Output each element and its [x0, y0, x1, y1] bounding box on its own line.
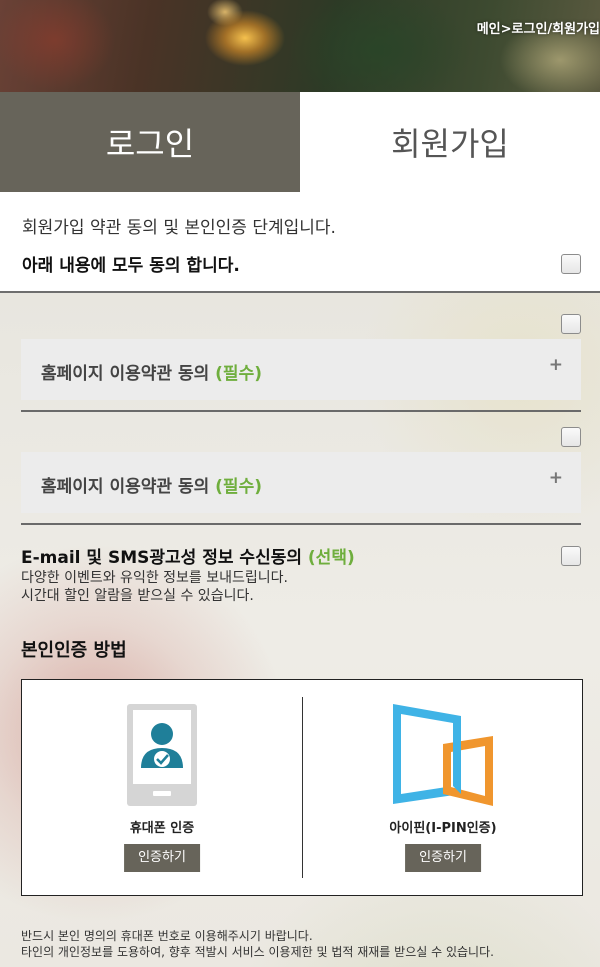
notice-text: 반드시 본인 명의의 휴대폰 번호로 이용해주시기 바랍니다. 타인의 개인정보…: [21, 928, 494, 960]
tab-login[interactable]: 로그인: [0, 92, 300, 192]
notice-line: 타인의 개인정보를 도용하여, 향후 적발시 서비스 이용제한 및 법적 재재를…: [21, 945, 494, 959]
marketing-consent-title: E-mail 및 SMS광고성 정보 수신동의 (선택): [21, 548, 355, 568]
phone-icon: [127, 704, 197, 806]
divider: [21, 523, 581, 525]
terms-2-title: 홈페이지 이용약관 동의 (필수): [41, 477, 262, 497]
ipin-icon: [393, 704, 493, 806]
terms-2-accordion[interactable]: 홈페이지 이용약관 동의 (필수) +: [21, 452, 581, 513]
ipin-verify-button[interactable]: 인증하기: [405, 844, 481, 872]
auth-method-phone: 휴대폰 인증 인증하기: [22, 680, 302, 895]
tab-signup[interactable]: 회원가입: [300, 92, 600, 192]
expand-plus-icon[interactable]: +: [549, 355, 563, 375]
agree-all-label: 아래 내용에 모두 동의 합니다.: [22, 256, 240, 276]
marketing-desc-line: 다양한 이벤트와 유익한 정보를 보내드립니다.: [21, 570, 288, 586]
notice-line: 반드시 본인 명의의 휴대폰 번호로 이용해주시기 바랍니다.: [21, 929, 313, 943]
expand-plus-icon[interactable]: +: [549, 468, 563, 488]
optional-tag: (선택): [307, 548, 355, 568]
breadcrumb: 메인>로그인/회원가입: [476, 22, 600, 37]
auth-method-ipin: 아이핀(I-PIN인증) 인증하기: [303, 680, 583, 895]
terms-1-accordion[interactable]: 홈페이지 이용약관 동의 (필수) +: [21, 339, 581, 400]
marketing-desc-line: 시간대 할인 알람을 받으실 수 있습니다.: [21, 588, 254, 604]
tab-bar: 로그인 회원가입: [0, 92, 600, 192]
divider: [21, 410, 581, 412]
agree-all-checkbox[interactable]: [561, 254, 581, 274]
marketing-consent-desc: 다양한 이벤트와 유익한 정보를 보내드립니다. 시간대 할인 알람을 받으실 …: [21, 569, 288, 605]
auth-section-title: 본인인증 방법: [21, 640, 127, 661]
required-tag: (필수): [215, 364, 262, 384]
terms-1-checkbox[interactable]: [561, 314, 581, 334]
phone-verify-button[interactable]: 인증하기: [124, 844, 200, 872]
intro-section: 회원가입 약관 동의 및 본인인증 단계입니다. 아래 내용에 모두 동의 합니…: [0, 192, 600, 293]
hero-banner: 메인>로그인/회원가입: [0, 0, 600, 92]
terms-1-title: 홈페이지 이용약관 동의 (필수): [41, 364, 262, 384]
auth-method-label: 아이핀(I-PIN인증): [389, 821, 497, 836]
auth-methods-box: 휴대폰 인증 인증하기 아이핀(I-PIN인증) 인증하기: [21, 679, 583, 896]
intro-text: 회원가입 약관 동의 및 본인인증 단계입니다.: [22, 218, 336, 238]
auth-method-label: 휴대폰 인증: [129, 821, 195, 836]
marketing-consent-checkbox[interactable]: [561, 546, 581, 566]
required-tag: (필수): [215, 477, 262, 497]
terms-2-checkbox[interactable]: [561, 427, 581, 447]
